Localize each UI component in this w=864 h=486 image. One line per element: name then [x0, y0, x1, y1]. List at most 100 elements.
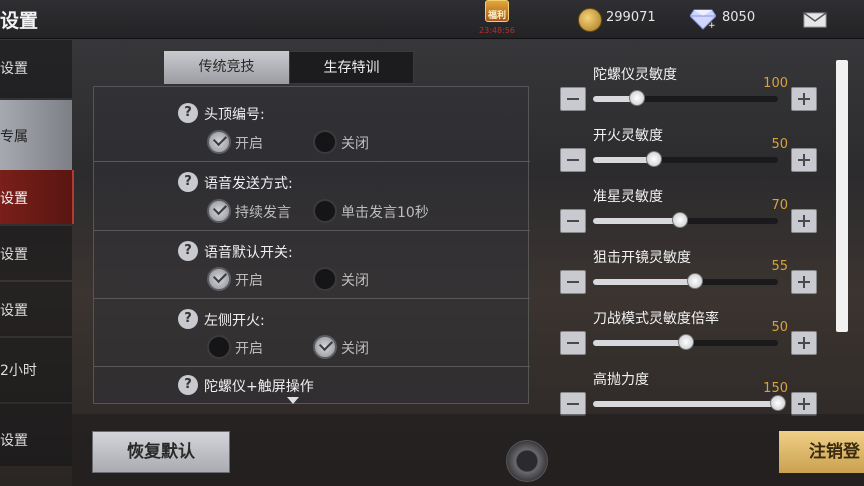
- slider-value: 50: [771, 320, 788, 335]
- restore-defaults-button[interactable]: 恢复默认: [92, 431, 230, 473]
- sidebar-item-6[interactable]: 2小时: [0, 338, 72, 402]
- joystick-icon[interactable]: [506, 440, 548, 482]
- tab-classic[interactable]: 传统竞技: [164, 51, 289, 84]
- minus-icon: [567, 403, 579, 405]
- settings-panel[interactable]: ? 头顶编号: 开启 关闭 ? 语音发送方式: 持续发言 单击发言10秒 ? 语…: [93, 86, 530, 404]
- plus-button[interactable]: [791, 148, 817, 172]
- setting-label: 陀螺仪+触屏操作: [204, 379, 314, 395]
- option-label: 关闭: [341, 341, 369, 357]
- mail-icon[interactable]: [803, 12, 827, 28]
- minus-button[interactable]: [560, 331, 586, 355]
- logout-button[interactable]: 注销登: [779, 431, 864, 473]
- plus-button[interactable]: [791, 331, 817, 355]
- slider-label: 刀战模式灵敏度倍率: [593, 311, 719, 327]
- tab-survival-training[interactable]: 生存特训: [289, 51, 414, 84]
- slider-track[interactable]: [593, 151, 778, 167]
- option-label: 关闭: [341, 273, 369, 289]
- sidebar-item-2[interactable]: 专属: [0, 100, 72, 170]
- page-title: 设置: [0, 10, 39, 32]
- check-icon: [318, 336, 334, 352]
- option-label: 关闭: [341, 136, 369, 152]
- plus-icon-vertical: [803, 398, 805, 410]
- slider-label: 高抛力度: [593, 372, 649, 388]
- radio-on[interactable]: [207, 267, 231, 291]
- slider-row: 刀战模式灵敏度倍率 50: [558, 308, 820, 366]
- sidebar-item-7[interactable]: 设置: [0, 404, 72, 466]
- help-icon[interactable]: ?: [178, 375, 198, 395]
- plus-button[interactable]: [791, 87, 817, 111]
- radio-off[interactable]: [313, 199, 337, 223]
- option-label: 持续发言: [235, 205, 291, 221]
- coin-balance: 299071: [606, 10, 656, 25]
- slider-label: 开火灵敏度: [593, 128, 663, 144]
- slider-handle[interactable]: [677, 334, 694, 350]
- minus-button[interactable]: [560, 148, 586, 172]
- slider-handle[interactable]: [770, 395, 786, 411]
- option-label: 单击发言10秒: [341, 205, 429, 221]
- radio-off[interactable]: [207, 335, 231, 359]
- slider-track[interactable]: [593, 334, 778, 350]
- plus-button[interactable]: [791, 209, 817, 233]
- slider-track[interactable]: [593, 273, 778, 289]
- slider-handle[interactable]: [671, 212, 688, 228]
- minus-button[interactable]: [560, 392, 586, 416]
- sidebar-item-3-selected[interactable]: 设置: [0, 170, 74, 224]
- divider: [94, 298, 530, 299]
- plus-icon-vertical: [803, 215, 805, 227]
- slider-row: 开火灵敏度 50: [558, 125, 820, 183]
- slider-label: 陀螺仪灵敏度: [593, 67, 677, 83]
- diamond-icon: +: [690, 9, 716, 30]
- minus-icon: [567, 281, 579, 283]
- sidebar-item-label: 设置: [0, 433, 28, 449]
- radio-off[interactable]: [313, 267, 337, 291]
- slider-handle[interactable]: [686, 273, 703, 289]
- minus-button[interactable]: [560, 270, 586, 294]
- slider-value: 100: [763, 76, 788, 91]
- slider-handle[interactable]: [629, 90, 646, 106]
- sidebar-item-label: 设置: [0, 191, 28, 207]
- diamond-balance: 8050: [722, 10, 756, 25]
- sidebar: 设置 专属 设置 设置 设置 2小时 设置: [0, 40, 74, 486]
- setting-label: 语音默认开关:: [204, 245, 293, 261]
- slider-value: 150: [763, 381, 788, 396]
- slider-row: 狙击开镜灵敏度 55: [558, 247, 820, 305]
- slider-track[interactable]: [593, 395, 786, 411]
- option-label: 开启: [235, 341, 263, 357]
- radio-off[interactable]: [313, 130, 337, 154]
- slider-track[interactable]: [593, 212, 778, 228]
- slider-track[interactable]: [593, 90, 778, 106]
- minus-button[interactable]: [560, 209, 586, 233]
- sidebar-item-label: 设置: [0, 247, 28, 263]
- daily-reward-button[interactable]: 福利 23:48:56: [474, 0, 520, 38]
- plus-icon-vertical: [803, 93, 805, 105]
- help-icon[interactable]: ?: [178, 172, 198, 192]
- help-icon[interactable]: ?: [178, 309, 198, 329]
- mode-tabs: 传统竞技 生存特训: [164, 51, 414, 84]
- radio-on[interactable]: [207, 130, 231, 154]
- minus-icon: [567, 159, 579, 161]
- slider-row: 准星灵敏度 70: [558, 186, 820, 244]
- slider-handle[interactable]: [646, 151, 663, 167]
- setting-label: 头顶编号:: [204, 107, 265, 123]
- sidebar-item-5[interactable]: 设置: [0, 282, 72, 336]
- sidebar-item-1[interactable]: 设置: [0, 40, 72, 98]
- slider-value: 70: [771, 198, 788, 213]
- radio-on[interactable]: [207, 199, 231, 223]
- slider-fill: [593, 218, 680, 224]
- option-label: 开启: [235, 136, 263, 152]
- reward-label: 福利: [487, 11, 506, 21]
- radio-on[interactable]: [313, 335, 337, 359]
- scroll-down-indicator-icon: [287, 397, 299, 404]
- scrollbar[interactable]: [836, 60, 848, 332]
- plus-button[interactable]: [791, 392, 817, 416]
- help-icon[interactable]: ?: [178, 241, 198, 261]
- minus-button[interactable]: [560, 87, 586, 111]
- slider-fill: [593, 279, 695, 285]
- sidebar-item-4[interactable]: 设置: [0, 226, 72, 280]
- check-icon: [212, 268, 228, 284]
- sidebar-item-label: 专属: [0, 129, 28, 145]
- help-icon[interactable]: ?: [178, 103, 198, 123]
- minus-icon: [567, 98, 579, 100]
- plus-icon-vertical: [803, 337, 805, 349]
- plus-button[interactable]: [791, 270, 817, 294]
